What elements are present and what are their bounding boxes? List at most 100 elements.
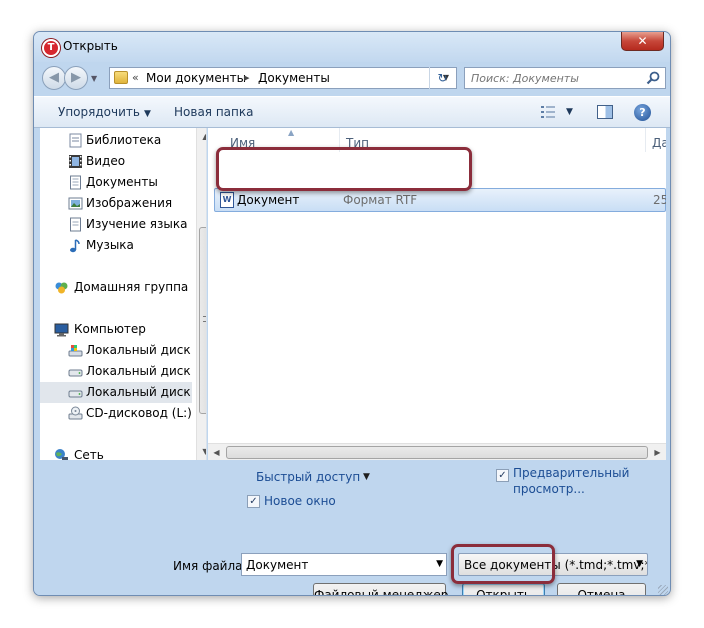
window-title: Открыть xyxy=(63,39,118,53)
file-list: Имя ▲ Тип Да W Документ Формат RTF 25 ◀ … xyxy=(208,128,666,460)
scroll-down-icon[interactable]: ▼ xyxy=(197,443,206,460)
recent-pages-dropdown[interactable]: ▼ xyxy=(91,74,97,83)
computer-icon xyxy=(54,323,69,337)
sidebar-item-computer[interactable]: Компьютер xyxy=(40,319,192,340)
sidebar-item-local-disk-1[interactable]: Локальный диск ( xyxy=(40,340,192,361)
sidebar-item-local-disk-3[interactable]: Локальный диск ( xyxy=(40,382,192,403)
column-header-type[interactable]: Тип xyxy=(340,128,646,152)
command-toolbar: Упорядочить ▼ Новая папка ▼ ? xyxy=(34,96,670,128)
preview-pane-icon[interactable] xyxy=(597,105,613,119)
music-icon xyxy=(70,239,80,253)
language-icon xyxy=(70,217,81,232)
rtf-document-icon: W xyxy=(220,192,234,208)
file-name: Документ xyxy=(237,193,300,207)
chevron-down-icon[interactable]: ▼ xyxy=(636,554,643,575)
sidebar-item-documents[interactable]: Документы xyxy=(40,172,192,193)
chevron-down-icon[interactable]: ▼ xyxy=(436,554,443,575)
sidebar-item-label: Изучение языка xyxy=(86,217,188,231)
file-row[interactable]: W Документ Формат RTF 25 xyxy=(214,188,666,212)
search-box[interactable] xyxy=(464,67,666,89)
sidebar-item-label: Локальный диск ( xyxy=(86,364,192,378)
chevron-right-icon[interactable]: ▸ xyxy=(244,71,250,84)
preview-label-continued[interactable]: просмотр... xyxy=(513,482,585,496)
sidebar-item-label: Локальный диск ( xyxy=(86,343,192,357)
sidebar-item-label: Документы xyxy=(86,175,158,189)
drive-icon xyxy=(68,390,83,398)
scroll-up-icon[interactable]: ▲ xyxy=(197,128,206,145)
scrollbar-thumb[interactable] xyxy=(199,227,206,414)
filename-label: Имя файла: xyxy=(173,559,247,573)
sidebar-item-label: Сеть xyxy=(74,448,104,460)
open-button[interactable]: Открыть xyxy=(462,583,545,595)
breadcrumb-my-documents[interactable]: Мои документы xyxy=(146,71,246,85)
search-icon[interactable] xyxy=(645,70,661,86)
address-row: ◀ ▶ ▼ « Мои документы ▸ Документы ▼ ↻ xyxy=(34,62,670,96)
quick-access-link[interactable]: Быстрый доступ xyxy=(256,470,360,484)
system-drive-icon xyxy=(68,345,83,357)
sidebar-item-label: CD-дисковод (L:) xyxy=(86,406,192,420)
view-options-icon[interactable] xyxy=(541,106,555,118)
video-icon xyxy=(69,155,82,168)
sidebar-item-language[interactable]: Изучение языка xyxy=(40,214,192,235)
sidebar-item-cd-drive[interactable]: CD-дисковод (L:) xyxy=(40,403,192,424)
filename-combobox[interactable]: ▼ xyxy=(241,553,447,576)
sidebar-item-label: Видео xyxy=(86,154,126,168)
sidebar-item-pictures[interactable]: Изображения xyxy=(40,193,192,214)
file-date: 25 xyxy=(653,193,666,207)
file-type-filter-value: Все документы (*.tmd;*.tmv;*. xyxy=(464,558,648,572)
search-input[interactable] xyxy=(465,68,641,88)
chevron-down-icon: ▼ xyxy=(143,109,151,119)
file-manager-button[interactable]: Файловый менеджер... xyxy=(313,583,460,595)
folder-icon xyxy=(114,71,128,84)
quick-access-dropdown-icon[interactable]: ▼ xyxy=(363,472,370,482)
sidebar-item-network[interactable]: Сеть xyxy=(40,445,192,460)
pictures-icon xyxy=(68,197,83,210)
help-icon[interactable]: ? xyxy=(634,104,651,121)
sidebar-item-local-disk-2[interactable]: Локальный диск ( xyxy=(40,361,192,382)
address-bar[interactable]: « Мои документы ▸ Документы ▼ xyxy=(109,67,457,89)
file-list-hscrollbar[interactable]: ◀ ▶ xyxy=(208,443,666,460)
cd-drive-icon xyxy=(68,406,83,420)
column-header-name[interactable]: Имя ▲ xyxy=(224,128,340,152)
preview-checkbox[interactable]: ✓ xyxy=(496,469,509,482)
filename-input[interactable] xyxy=(242,554,428,575)
sidebar-item-label: Музыка xyxy=(86,238,134,252)
sidebar-item-label: Домашняя группа xyxy=(74,280,189,294)
breadcrumb-documents[interactable]: Документы xyxy=(258,71,330,85)
app-logo-icon: T xyxy=(42,39,60,57)
open-file-dialog: T Открыть ✕ ◀ ▶ ▼ « Мои документы ▸ Доку… xyxy=(33,31,671,596)
refresh-icon[interactable]: ↻ xyxy=(429,67,455,89)
sidebar-scrollbar[interactable]: ▲ ▼ xyxy=(196,128,206,460)
sort-ascending-icon: ▲ xyxy=(288,128,295,137)
title-bar: T Открыть ✕ xyxy=(34,32,670,62)
documents-icon xyxy=(70,175,81,190)
organize-button[interactable]: Упорядочить ▼ xyxy=(58,105,151,119)
sidebar-item-label: Изображения xyxy=(86,196,173,210)
scrollbar-thumb[interactable] xyxy=(226,446,648,459)
forward-button[interactable]: ▶ xyxy=(64,66,88,90)
resize-grip-icon[interactable] xyxy=(658,585,668,595)
navigation-pane: Библиотека Видео Документы Изображения И… xyxy=(40,128,207,460)
new-folder-button[interactable]: Новая папка xyxy=(174,105,253,119)
new-window-label[interactable]: Новое окно xyxy=(264,494,336,508)
file-type-filter-select[interactable]: Все документы (*.tmd;*.tmv;*. ▼ xyxy=(458,553,648,576)
view-dropdown-icon[interactable]: ▼ xyxy=(566,107,573,117)
back-button[interactable]: ◀ xyxy=(42,66,66,90)
chevron-icon: « xyxy=(132,71,139,84)
file-type: Формат RTF xyxy=(343,193,418,207)
homegroup-icon xyxy=(55,282,68,294)
scroll-left-icon[interactable]: ◀ xyxy=(208,444,225,460)
close-button[interactable]: ✕ xyxy=(621,32,664,51)
network-icon xyxy=(55,449,68,460)
sidebar-item-library[interactable]: Библиотека xyxy=(40,130,192,151)
sidebar-item-music[interactable]: Музыка xyxy=(40,235,192,256)
sidebar-item-homegroup[interactable]: Домашняя группа xyxy=(40,277,192,298)
sidebar-item-video[interactable]: Видео xyxy=(40,151,192,172)
cancel-button[interactable]: Отмена xyxy=(557,583,646,595)
new-window-checkbox[interactable]: ✓ xyxy=(247,495,260,508)
sidebar-item-label: Локальный диск ( xyxy=(86,385,192,399)
scroll-right-icon[interactable]: ▶ xyxy=(649,444,666,460)
preview-label[interactable]: Предварительный xyxy=(513,466,629,480)
drive-icon xyxy=(68,369,83,377)
column-header-date[interactable]: Да xyxy=(646,128,666,152)
